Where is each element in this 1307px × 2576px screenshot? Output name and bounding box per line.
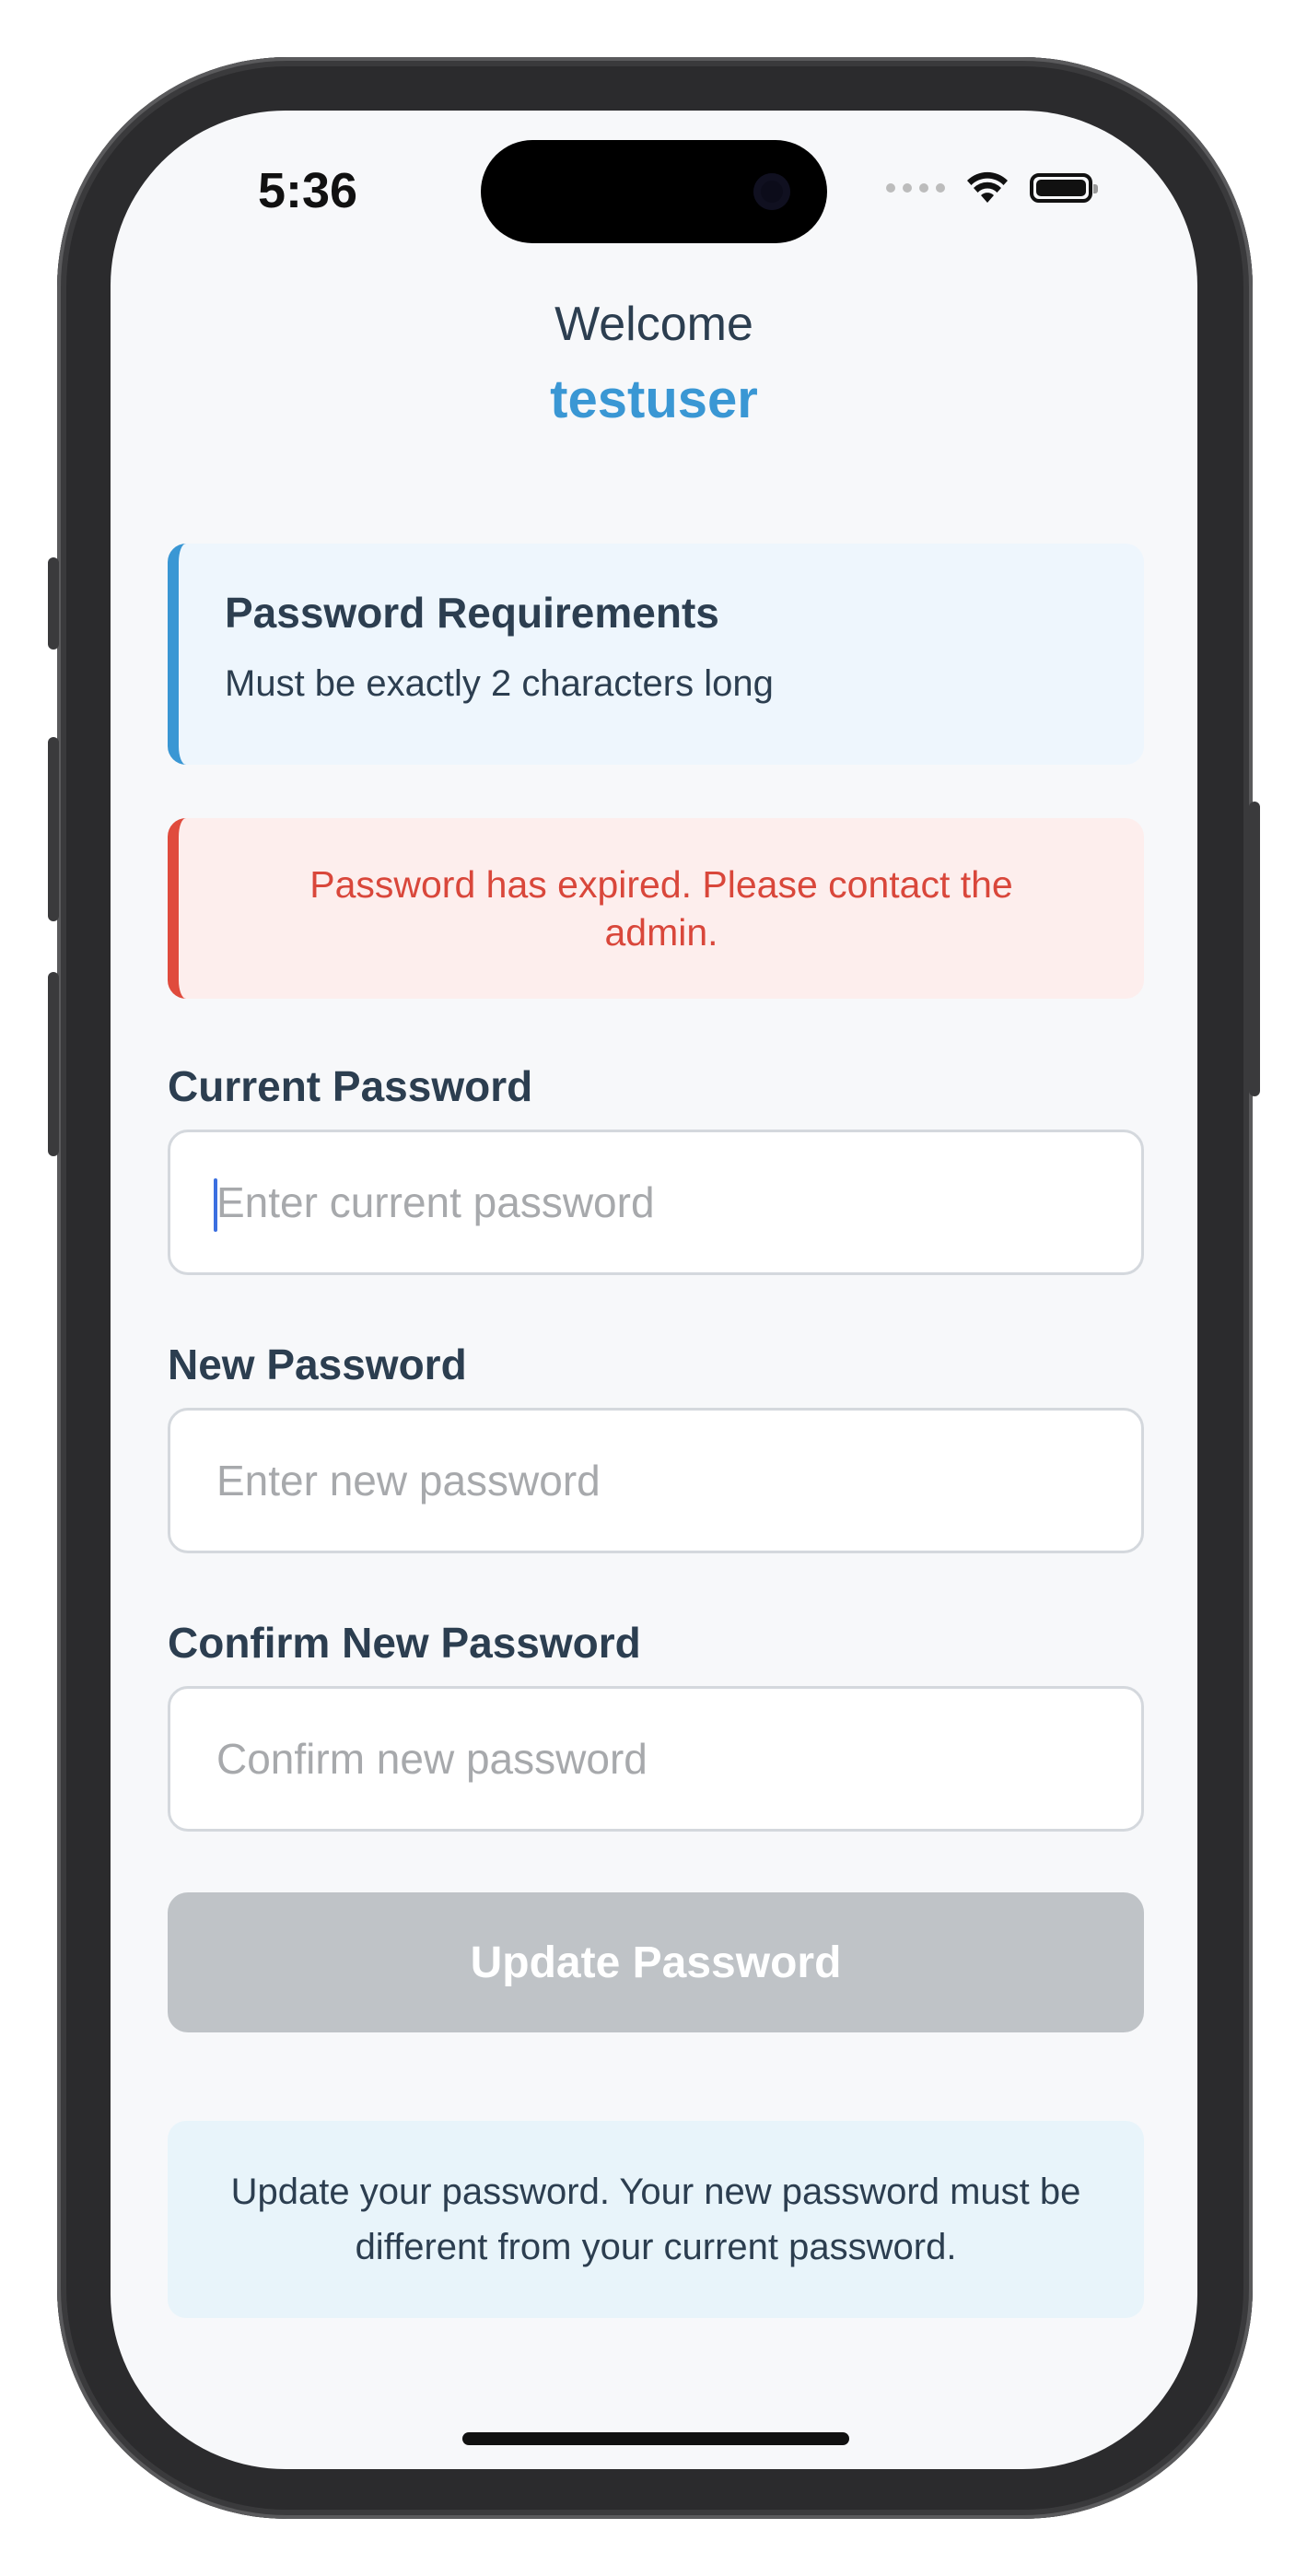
requirements-text: Must be exactly 2 characters long: [225, 663, 774, 704]
confirm-password-input[interactable]: [170, 1689, 1141, 1829]
welcome-label: Welcome: [554, 298, 753, 351]
front-camera-icon: [753, 173, 790, 210]
status-indicators: [886, 171, 1098, 205]
error-banner: Password has expired. Please contact the…: [168, 818, 1144, 999]
username-label: testuser: [550, 369, 758, 429]
new-password-input[interactable]: [170, 1411, 1141, 1551]
battery-icon: [1030, 173, 1098, 203]
current-password-label: Current Password: [168, 1062, 533, 1110]
cellular-signal-icon: [886, 183, 945, 193]
current-password-input[interactable]: [170, 1132, 1141, 1272]
confirm-password-field-container: [168, 1686, 1144, 1832]
action-button: [48, 557, 59, 650]
dynamic-island: [481, 140, 827, 243]
password-requirements-card: Password Requirements Must be exactly 2 …: [168, 544, 1144, 765]
info-note-card: Update your password. Your new password …: [168, 2121, 1144, 2318]
wifi-icon: [967, 171, 1008, 203]
info-note-text: Update your password. Your new password …: [230, 2172, 1081, 2267]
app-screen: [111, 111, 1197, 2469]
home-indicator[interactable]: [462, 2432, 849, 2445]
text-cursor: [214, 1178, 217, 1232]
status-time: 5:36: [258, 163, 358, 218]
update-password-button[interactable]: Update Password: [168, 1892, 1144, 2032]
error-message: Password has expired. Please contact the…: [309, 863, 1013, 954]
power-button: [1249, 802, 1260, 1096]
new-password-field-container: [168, 1408, 1144, 1553]
volume-down-button: [48, 972, 59, 1156]
volume-up-button: [48, 737, 59, 921]
new-password-label: New Password: [168, 1341, 467, 1388]
requirements-title: Password Requirements: [225, 589, 719, 637]
current-password-field-container: [168, 1130, 1144, 1275]
confirm-password-label: Confirm New Password: [168, 1619, 641, 1667]
